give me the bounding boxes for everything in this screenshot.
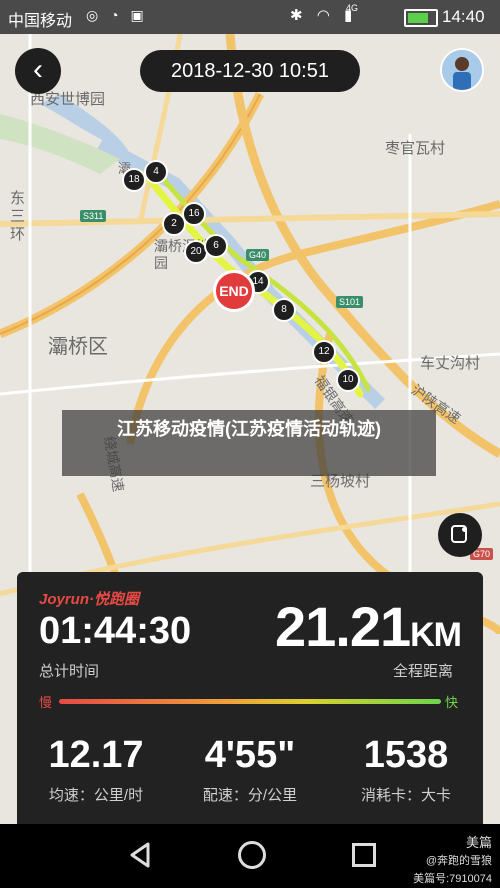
- carrier-label: 中国移动: [8, 13, 73, 30]
- total-distance: 21.21KM: [274, 594, 462, 659]
- chevron-left-icon: ‹: [33, 53, 43, 86]
- road-badge: S311: [80, 210, 107, 222]
- km-marker[interactable]: 16: [182, 202, 206, 226]
- notification-icons: ◎ ◔ ▣: [86, 7, 148, 23]
- nav-home-icon[interactable]: [238, 841, 266, 869]
- brand-logo: Joyrun·悦跑圈: [39, 591, 140, 608]
- distance-label: 全程距离: [393, 663, 454, 680]
- end-marker[interactable]: END: [213, 270, 255, 312]
- map-label: 东三环: [10, 190, 26, 243]
- pace-gradient-bar: [59, 699, 441, 704]
- network-type: 4G: [346, 3, 359, 13]
- map-label: 枣官瓦村: [385, 140, 446, 157]
- calories: 1538: [363, 734, 449, 776]
- km-marker[interactable]: 18: [122, 168, 146, 192]
- fast-label: 快: [445, 695, 459, 710]
- watermark-author: @奔跑的雪狼: [425, 855, 492, 867]
- avg-pace: 4'55": [204, 734, 296, 776]
- map-view-toggle-button[interactable]: [438, 513, 482, 557]
- battery-icon: [404, 9, 438, 27]
- watermark-id: 美篇号:7910074: [413, 873, 492, 885]
- km-marker[interactable]: 8: [272, 298, 296, 322]
- km-marker[interactable]: 4: [144, 160, 168, 184]
- overlay-title: 江苏移动疫情(江苏疫情活动轨迹): [62, 410, 436, 476]
- calories-label: 消耗卡：大卡: [360, 787, 451, 804]
- slow-label: 慢: [39, 695, 53, 710]
- road-badge: G40: [246, 249, 270, 261]
- back-button[interactable]: ‹: [15, 48, 61, 94]
- km-marker[interactable]: 12: [312, 340, 336, 364]
- clock: 14:40: [442, 7, 485, 26]
- watermark-app: 美篇: [465, 835, 492, 850]
- status-bar: 中国移动 ◎ ◔ ▣ ✱ ◠ ▮ 4G 14:40: [0, 0, 500, 34]
- distance-unit: KM: [410, 616, 462, 654]
- km-marker[interactable]: 10: [336, 368, 360, 392]
- nav-back-icon[interactable]: [128, 842, 152, 868]
- run-stats-panel: Joyrun·悦跑圈 01:44:30 总计时间 21.21KM 全程距离 慢 …: [17, 572, 483, 824]
- total-duration: 01:44:30: [39, 610, 192, 652]
- nav-recents-icon[interactable]: [352, 843, 376, 867]
- km-marker[interactable]: 6: [204, 234, 228, 258]
- system-nav-bar: 美篇 @奔跑的雪狼 美篇号:7910074: [0, 824, 500, 888]
- avatar[interactable]: [440, 48, 484, 92]
- map-label: 灞桥区: [48, 336, 108, 358]
- run-datetime: 2018-12-30 10:51: [140, 50, 360, 92]
- map-label: 车丈沟村: [420, 355, 481, 372]
- duration-label: 总计时间: [39, 663, 100, 680]
- avatar-image: [442, 50, 482, 90]
- distance-value: 21.21: [274, 595, 411, 658]
- road-badge: S101: [336, 296, 364, 308]
- avg-speed: 12.17: [48, 734, 144, 776]
- avg-pace-label: 配速：分/公里: [202, 787, 298, 804]
- avg-speed-label: 均速：公里/时: [48, 787, 144, 804]
